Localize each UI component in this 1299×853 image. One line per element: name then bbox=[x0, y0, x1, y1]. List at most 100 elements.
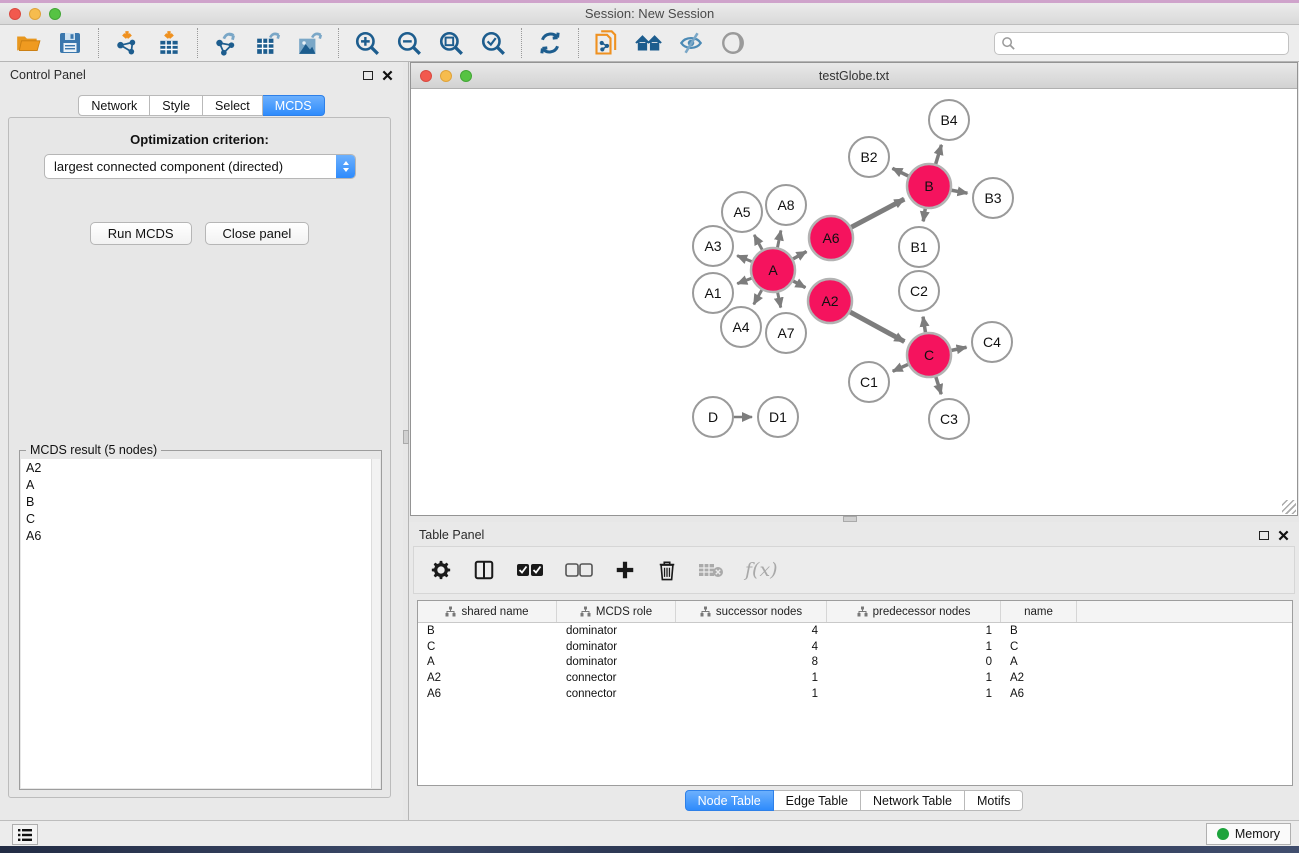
zoom-fit-icon[interactable] bbox=[437, 29, 465, 57]
close-panel-icon[interactable] bbox=[382, 70, 393, 81]
tab-network-table[interactable]: Network Table bbox=[861, 790, 965, 811]
criterion-dropdown[interactable]: largest connected component (directed) bbox=[44, 154, 356, 179]
refresh-layout-icon[interactable] bbox=[536, 29, 564, 57]
graph-edge-A-A1[interactable] bbox=[737, 278, 751, 283]
graph-node-A5[interactable]: A5 bbox=[722, 192, 762, 232]
graph-edge-B-B4[interactable] bbox=[936, 145, 942, 164]
save-session-icon[interactable] bbox=[56, 29, 84, 57]
run-mcds-button[interactable]: Run MCDS bbox=[90, 222, 192, 245]
close-panel-icon[interactable] bbox=[1278, 530, 1289, 541]
graph-node-C4[interactable]: C4 bbox=[972, 322, 1012, 362]
export-network-icon[interactable] bbox=[212, 29, 240, 57]
graph-node-A4[interactable]: A4 bbox=[721, 307, 761, 347]
graph-edge-C-C4[interactable] bbox=[952, 347, 967, 350]
graph-edge-C-C2[interactable] bbox=[923, 317, 925, 333]
add-column-icon[interactable] bbox=[614, 559, 636, 581]
result-item[interactable]: A2 bbox=[21, 459, 380, 476]
network-graph[interactable]: B4B2BB3A8A5A6A3B1AC2A1A2A4A7C4CC1DD1C3 bbox=[411, 89, 1297, 515]
table-row[interactable]: A6connector11A6 bbox=[418, 686, 1292, 702]
result-item[interactable]: C bbox=[21, 510, 380, 527]
graph-node-B2[interactable]: B2 bbox=[849, 137, 889, 177]
graph-edge-C-C1[interactable] bbox=[893, 364, 908, 371]
column-header[interactable]: shared name bbox=[418, 601, 557, 622]
result-item[interactable]: A bbox=[21, 476, 380, 493]
memory-button[interactable]: Memory bbox=[1206, 823, 1291, 845]
network-canvas[interactable]: B4B2BB3A8A5A6A3B1AC2A1A2A4A7C4CC1DD1C3 bbox=[411, 89, 1297, 515]
graph-edge-A-A2[interactable] bbox=[793, 281, 805, 288]
column-header[interactable]: predecessor nodes bbox=[827, 601, 1001, 622]
result-item[interactable]: A6 bbox=[21, 527, 380, 544]
apply-function-button[interactable]: f(x) bbox=[745, 559, 778, 581]
graph-node-D1[interactable]: D1 bbox=[758, 397, 798, 437]
new-network-from-selection-icon[interactable] bbox=[593, 29, 621, 57]
home-layout-icon[interactable] bbox=[635, 29, 663, 57]
graph-node-A[interactable]: A bbox=[751, 248, 795, 292]
node-table[interactable]: shared nameMCDS rolesuccessor nodesprede… bbox=[417, 600, 1293, 786]
column-header[interactable]: MCDS role bbox=[557, 601, 676, 622]
search-field[interactable] bbox=[994, 32, 1289, 55]
window-resize-grip[interactable] bbox=[1282, 500, 1296, 514]
search-input[interactable] bbox=[1016, 37, 1288, 51]
float-panel-icon[interactable] bbox=[1259, 531, 1269, 540]
graph-edge-A-A3[interactable] bbox=[737, 256, 752, 262]
graph-edge-A-A6[interactable] bbox=[793, 252, 806, 259]
graph-edge-B-B3[interactable] bbox=[952, 190, 968, 193]
close-panel-button[interactable]: Close panel bbox=[205, 222, 310, 245]
graph-node-C3[interactable]: C3 bbox=[929, 399, 969, 439]
graph-edge-A-A8[interactable] bbox=[778, 230, 781, 247]
graph-node-B[interactable]: B bbox=[907, 164, 951, 208]
zoom-selected-icon[interactable] bbox=[479, 29, 507, 57]
tab-style[interactable]: Style bbox=[150, 95, 203, 116]
table-row[interactable]: A2connector11A2 bbox=[418, 670, 1292, 686]
graph-node-C2[interactable]: C2 bbox=[899, 271, 939, 311]
import-table-icon[interactable] bbox=[155, 29, 183, 57]
tab-mcds[interactable]: MCDS bbox=[263, 95, 325, 116]
graph-node-D[interactable]: D bbox=[693, 397, 733, 437]
show-panel-eye-icon[interactable] bbox=[719, 29, 747, 57]
zoom-out-icon[interactable] bbox=[395, 29, 423, 57]
graph-node-C[interactable]: C bbox=[907, 333, 951, 377]
tab-node-table[interactable]: Node Table bbox=[685, 790, 774, 811]
graph-node-A2[interactable]: A2 bbox=[808, 279, 852, 323]
graph-node-A3[interactable]: A3 bbox=[693, 226, 733, 266]
column-layout-icon[interactable] bbox=[473, 559, 495, 581]
zoom-in-icon[interactable] bbox=[353, 29, 381, 57]
open-session-icon[interactable] bbox=[14, 29, 42, 57]
tab-motifs[interactable]: Motifs bbox=[965, 790, 1023, 811]
result-item[interactable]: B bbox=[21, 493, 380, 510]
select-all-rows-icon[interactable] bbox=[516, 562, 544, 578]
graph-edge-A-A4[interactable] bbox=[754, 290, 762, 304]
graph-node-A1[interactable]: A1 bbox=[693, 273, 733, 313]
graph-edge-C-C3[interactable] bbox=[936, 377, 941, 394]
deselect-all-rows-icon[interactable] bbox=[565, 562, 593, 578]
delete-column-trash-icon[interactable] bbox=[657, 559, 677, 581]
network-window-titlebar[interactable]: testGlobe.txt bbox=[411, 63, 1297, 89]
graph-node-B1[interactable]: B1 bbox=[899, 227, 939, 267]
graph-node-A8[interactable]: A8 bbox=[766, 185, 806, 225]
table-row[interactable]: Cdominator41C bbox=[418, 639, 1292, 655]
graph-edge-B-B2[interactable] bbox=[892, 168, 908, 176]
tab-network[interactable]: Network bbox=[78, 95, 150, 116]
graph-edge-A2-C[interactable] bbox=[850, 312, 904, 342]
graph-node-B3[interactable]: B3 bbox=[973, 178, 1013, 218]
graph-edge-A-A5[interactable] bbox=[754, 235, 762, 250]
mcds-result-list[interactable]: A2ABCA6 bbox=[21, 459, 380, 788]
graph-node-A6[interactable]: A6 bbox=[809, 216, 853, 260]
table-row[interactable]: Bdominator41B bbox=[418, 623, 1292, 639]
graph-edge-B-B1[interactable] bbox=[923, 209, 925, 222]
float-panel-icon[interactable] bbox=[363, 71, 373, 80]
hide-panel-eye-icon[interactable] bbox=[677, 29, 705, 57]
column-header[interactable]: name bbox=[1001, 601, 1077, 622]
tab-select[interactable]: Select bbox=[203, 95, 263, 116]
export-table-icon[interactable] bbox=[254, 29, 282, 57]
graph-edge-A-A7[interactable] bbox=[778, 293, 781, 308]
export-image-icon[interactable] bbox=[296, 29, 324, 57]
import-network-icon[interactable] bbox=[113, 29, 141, 57]
table-row[interactable]: Adominator80A bbox=[418, 655, 1292, 671]
delete-table-icon[interactable] bbox=[698, 561, 724, 579]
result-list-scrollbar[interactable] bbox=[371, 459, 380, 788]
column-header[interactable]: successor nodes bbox=[676, 601, 827, 622]
tab-edge-table[interactable]: Edge Table bbox=[774, 790, 861, 811]
table-settings-gear-icon[interactable] bbox=[430, 559, 452, 581]
graph-node-C1[interactable]: C1 bbox=[849, 362, 889, 402]
